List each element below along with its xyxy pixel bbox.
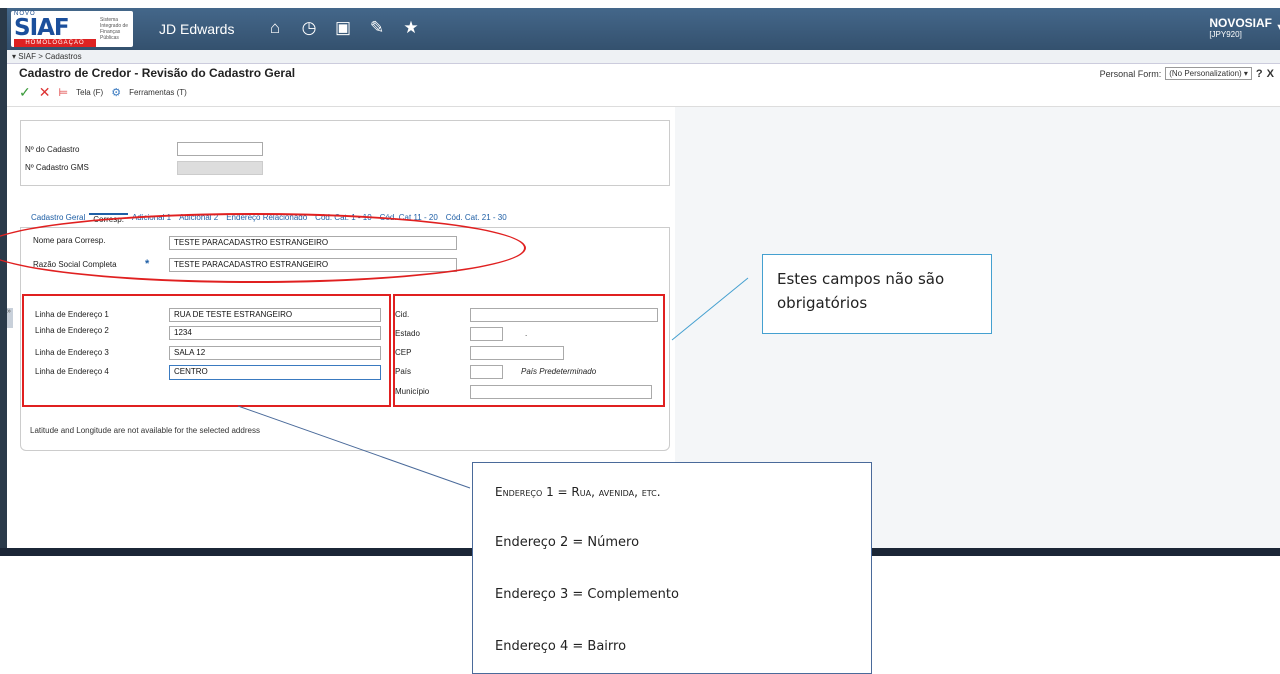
legend-l1-prefix: E xyxy=(495,485,503,499)
legend-line-3: Endereço 3 = Complemento xyxy=(495,587,679,602)
legend-line-4: Endereço 4 = Bairro xyxy=(495,639,627,654)
legend-l1-sc: ndereço xyxy=(502,485,543,499)
callout1-line xyxy=(671,277,749,341)
callout-address-legend: Endereço 1 = Rua, avenida, etc. Endereço… xyxy=(472,462,872,674)
callout-optional-fields: Estes campos não são obrigatórios xyxy=(762,254,992,334)
legend-line-2: Endereço 2 = Número xyxy=(495,535,640,550)
legend-l1-mid: 1 = R xyxy=(542,485,580,499)
legend-line-1: Endereço 1 = Rua, avenida, etc. xyxy=(495,485,661,499)
legend-l1-sc2: ua, avenida, etc. xyxy=(579,485,661,499)
callout2-line xyxy=(237,405,471,489)
